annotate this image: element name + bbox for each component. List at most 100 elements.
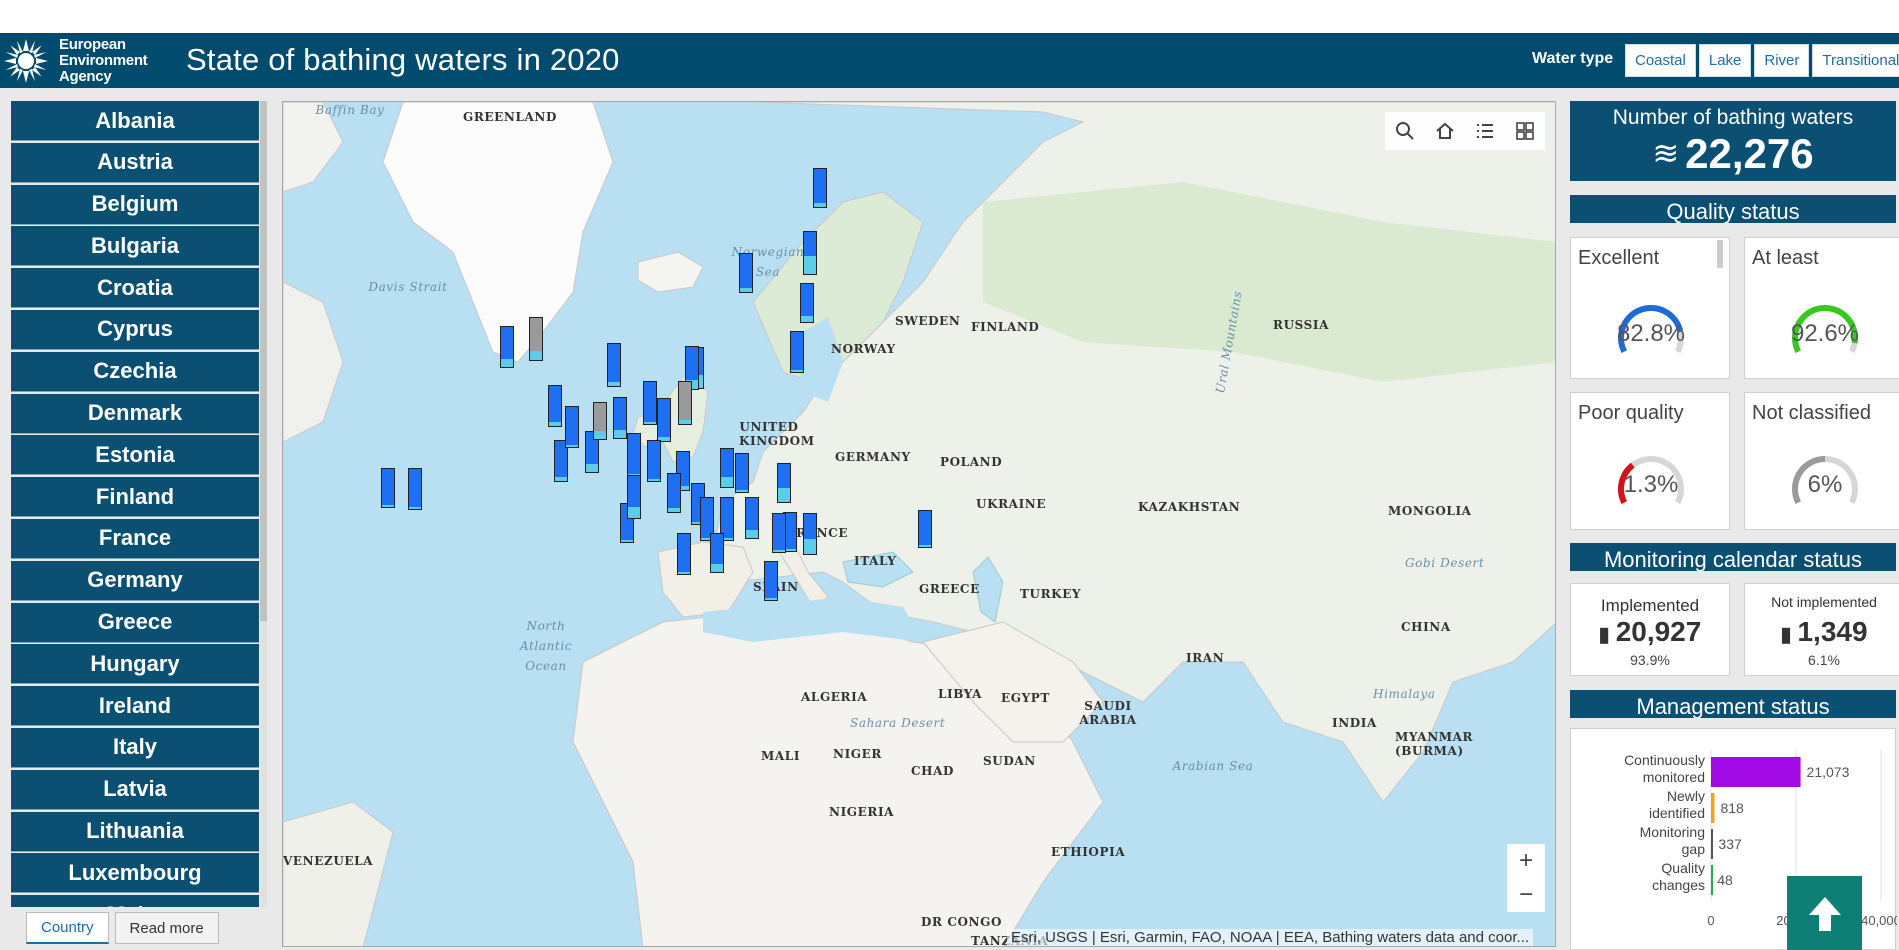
- country-item-france[interactable]: France: [11, 518, 259, 559]
- country-item-malta[interactable]: Malta: [11, 895, 259, 907]
- country-quality-bar[interactable]: [739, 253, 753, 293]
- map-label: NORWAY: [831, 342, 896, 356]
- home-icon[interactable]: [1425, 112, 1465, 150]
- country-quality-bar[interactable]: [565, 406, 579, 448]
- gauge-value: 82.8%: [1616, 320, 1686, 347]
- country-quality-bar[interactable]: [408, 468, 422, 510]
- country-quality-bar[interactable]: [643, 381, 657, 425]
- country-item-estonia[interactable]: Estonia: [11, 435, 259, 476]
- country-item-croatia[interactable]: Croatia: [11, 268, 259, 309]
- country-quality-bar[interactable]: [764, 561, 778, 601]
- category-label: monitored: [1643, 769, 1705, 785]
- country-quality-bar[interactable]: [790, 331, 804, 373]
- water-type-transitional-button[interactable]: Transitional: [1812, 44, 1899, 77]
- country-quality-bar[interactable]: [627, 475, 641, 519]
- country-quality-bar[interactable]: [813, 168, 827, 208]
- country-quality-bar[interactable]: [803, 513, 817, 555]
- country-list-scrollbar-thumb[interactable]: [260, 101, 267, 621]
- map-label: INDIA: [1332, 716, 1377, 730]
- country-item-denmark[interactable]: Denmark: [11, 393, 259, 434]
- monitoring-card-not-implemented: Not implemented ▮ 1,349 6.1%: [1744, 583, 1899, 676]
- bar-segment: [566, 445, 578, 447]
- country-item-hungary[interactable]: Hungary: [11, 644, 259, 685]
- map-label: IRAN: [1186, 651, 1225, 665]
- basemap-icon[interactable]: [1505, 112, 1545, 150]
- country-quality-bar[interactable]: [529, 317, 543, 361]
- water-type-river-button[interactable]: River: [1754, 44, 1810, 77]
- country-item-italy[interactable]: Italy: [11, 727, 259, 768]
- country-item-ireland[interactable]: Ireland: [11, 686, 259, 727]
- bar-monitoring-gap[interactable]: [1711, 829, 1713, 859]
- bar-segment: [648, 479, 660, 481]
- bar-newly-identified[interactable]: [1711, 793, 1715, 823]
- country-quality-bar[interactable]: [381, 468, 395, 508]
- map-label: UNITED KINGDOM: [739, 420, 815, 448]
- country-item-bulgaria[interactable]: Bulgaria: [11, 226, 259, 267]
- x-tick-label: 40,000: [1861, 913, 1897, 928]
- bar-segment: [814, 203, 826, 207]
- bar-value-label: 818: [1720, 800, 1744, 816]
- x-tick-label: 0: [1707, 913, 1714, 928]
- country-item-cyprus[interactable]: Cyprus: [11, 309, 259, 350]
- map-label: GERMANY: [835, 450, 911, 464]
- bar-segment: [801, 316, 813, 322]
- country-quality-bar[interactable]: [657, 398, 671, 442]
- country-item-lithuania[interactable]: Lithuania: [11, 811, 259, 852]
- monitoring-calendar-header: Monitoring calendar status: [1570, 543, 1896, 571]
- map-label: VENEZUELA: [283, 854, 374, 868]
- country-quality-bar[interactable]: [593, 402, 607, 440]
- water-type-lake-button[interactable]: Lake: [1698, 44, 1752, 77]
- country-item-finland[interactable]: Finland: [11, 477, 259, 518]
- country-quality-bar[interactable]: [777, 463, 791, 503]
- country-quality-bar[interactable]: [678, 381, 692, 425]
- bar-segment: [804, 256, 816, 274]
- tab-country[interactable]: Country: [26, 912, 109, 944]
- country-quality-bar[interactable]: [667, 473, 681, 513]
- quality-card-not-classified: Not classified 6%: [1744, 392, 1899, 530]
- zoom-in-button[interactable]: +: [1507, 844, 1545, 878]
- map-view[interactable]: GREENLAND Baffin Bay Davis Strait Norwegian…: [282, 101, 1556, 947]
- scroll-to-top-button[interactable]: [1787, 876, 1862, 950]
- country-quality-bar[interactable]: [918, 510, 932, 548]
- country-item-albania[interactable]: Albania: [11, 101, 259, 141]
- country-quality-bar[interactable]: [772, 513, 786, 553]
- country-item-czechia[interactable]: Czechia: [11, 351, 259, 392]
- list-icon[interactable]: [1465, 112, 1505, 150]
- map-label: CHAD: [911, 764, 955, 778]
- country-quality-bar[interactable]: [500, 326, 514, 368]
- country-quality-bar[interactable]: [710, 533, 724, 573]
- country-item-germany[interactable]: Germany: [11, 560, 259, 601]
- map-toolbar: [1385, 112, 1545, 150]
- country-quality-bar[interactable]: [647, 440, 661, 482]
- country-item-belgium[interactable]: Belgium: [11, 184, 259, 225]
- quality-label: Poor quality: [1578, 402, 1684, 424]
- country-quality-bar[interactable]: [720, 448, 734, 488]
- country-quality-bar[interactable]: [613, 397, 627, 439]
- label-scrollbar[interactable]: [1717, 240, 1723, 268]
- zoom-out-button[interactable]: −: [1507, 878, 1545, 912]
- bar-segment: [614, 430, 626, 438]
- country-item-luxembourg[interactable]: Luxembourg: [11, 853, 259, 894]
- water-type-coastal-button[interactable]: Coastal: [1625, 44, 1696, 77]
- country-quality-bar[interactable]: [735, 453, 749, 493]
- country-quality-bar[interactable]: [677, 533, 691, 575]
- country-quality-bar[interactable]: [607, 343, 621, 387]
- search-icon[interactable]: [1385, 112, 1425, 150]
- country-quality-bar[interactable]: [548, 385, 562, 427]
- country-item-latvia[interactable]: Latvia: [11, 769, 259, 810]
- country-item-greece[interactable]: Greece: [11, 602, 259, 643]
- monitoring-value-row: ▮ 20,927: [1571, 616, 1729, 648]
- country-quality-bar[interactable]: [803, 231, 817, 275]
- eea-logo[interactable]: European Environment Agency: [0, 33, 170, 88]
- bar-continuously-monitored[interactable]: [1711, 757, 1801, 787]
- bar-segment: [409, 507, 421, 509]
- quality-status-header: Quality status: [1570, 195, 1896, 223]
- country-quality-bar[interactable]: [745, 497, 759, 539]
- tab-read-more[interactable]: Read more: [114, 912, 219, 944]
- country-item-austria[interactable]: Austria: [11, 142, 259, 183]
- map-label: GREENLAND: [463, 110, 558, 124]
- monitoring-label: Not implemented: [1771, 594, 1877, 610]
- country-quality-bar[interactable]: [627, 433, 641, 477]
- bar-quality-changes[interactable]: [1711, 865, 1713, 895]
- country-quality-bar[interactable]: [800, 283, 814, 323]
